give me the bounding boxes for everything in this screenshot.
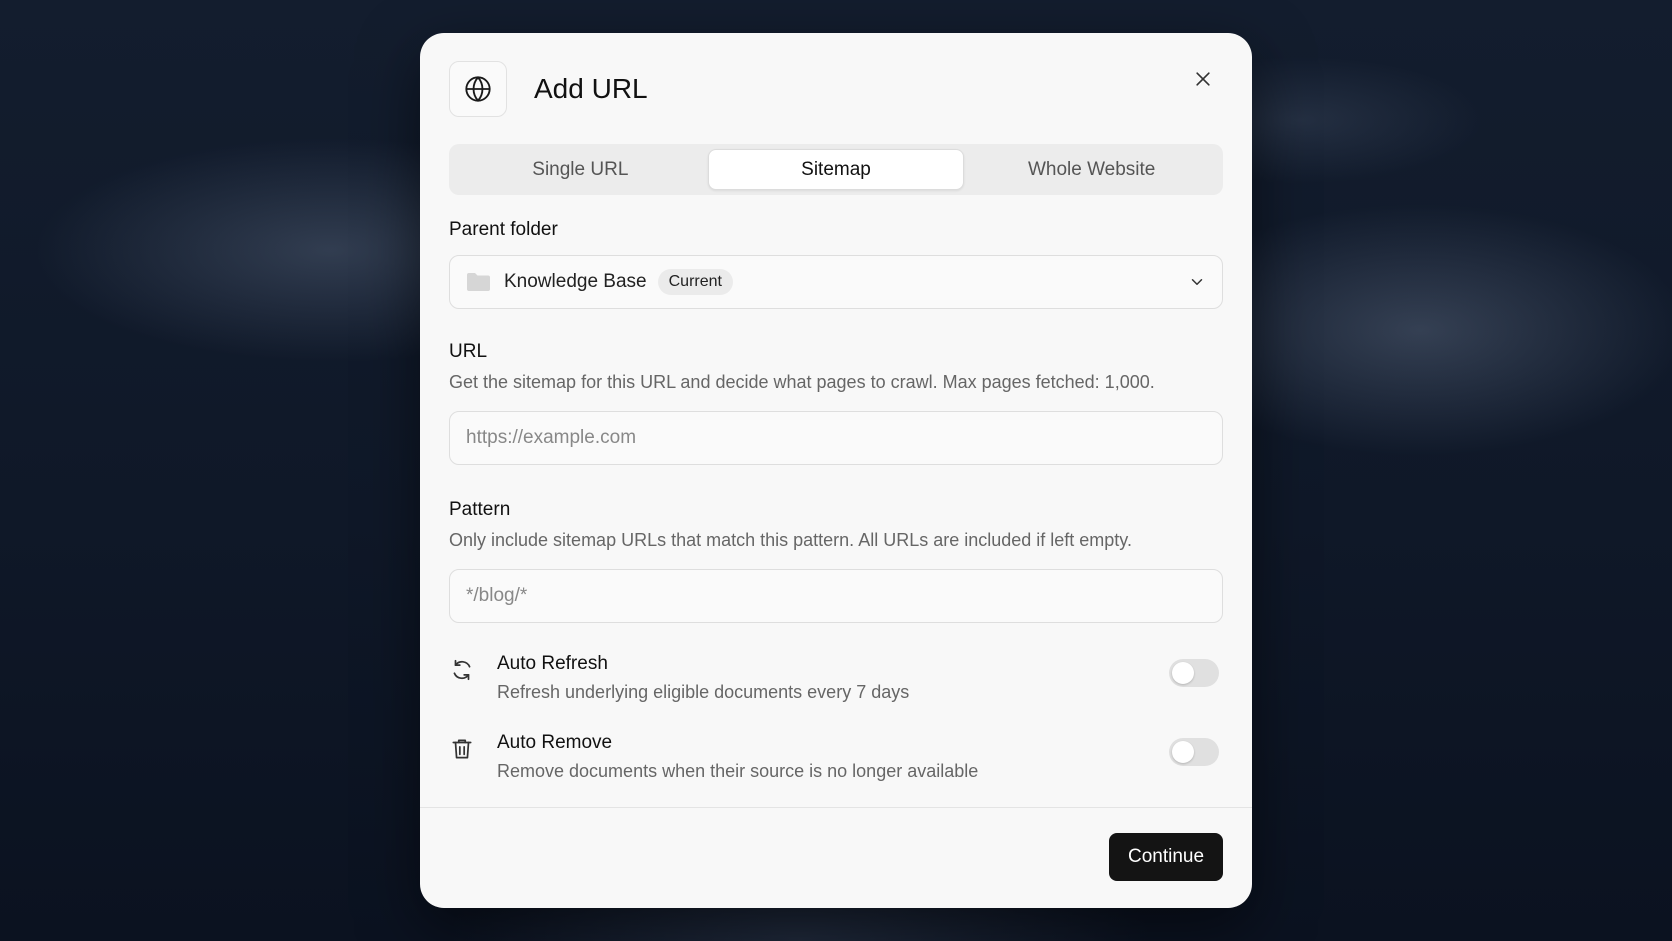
auto-refresh-option: Auto Refresh Refresh underlying eligible…: [449, 653, 1223, 713]
pattern-label: Pattern: [449, 499, 511, 520]
url-description: Get the sitemap for this URL and decide …: [449, 372, 1155, 392]
parent-folder-label: Parent folder: [449, 219, 558, 240]
globe-icon: [465, 76, 491, 102]
pattern-input[interactable]: [449, 569, 1223, 623]
url-label: URL: [449, 341, 488, 362]
tab-single-url[interactable]: Single URL: [453, 149, 708, 190]
auto-refresh-description: Refresh underlying eligible documents ev…: [497, 682, 910, 702]
pattern-description: Only include sitemap URLs that match thi…: [449, 530, 1132, 550]
toggle-knob: [1172, 741, 1194, 763]
toggle-knob: [1172, 662, 1194, 684]
close-button[interactable]: [1190, 66, 1216, 92]
close-icon: [1196, 72, 1210, 86]
dialog-header: Add URL: [449, 61, 648, 117]
continue-button[interactable]: Continue: [1109, 833, 1223, 881]
chevron-down-icon: [1191, 279, 1203, 285]
add-url-dialog: Add URL Single URL Sitemap Whole Website…: [420, 33, 1252, 908]
auto-refresh-title: Auto Refresh: [497, 653, 608, 674]
parent-folder-value: Knowledge Base: [504, 271, 647, 292]
url-input[interactable]: [449, 411, 1223, 465]
folder-icon: [467, 273, 490, 291]
refresh-icon: [453, 659, 471, 681]
trash-icon: [452, 739, 472, 759]
current-badge: Current: [657, 269, 733, 295]
tab-sitemap[interactable]: Sitemap: [707, 149, 965, 190]
auto-remove-toggle[interactable]: [1169, 738, 1219, 766]
parent-folder-select[interactable]: Knowledge Base Current: [449, 255, 1223, 309]
footer-divider: [420, 807, 1252, 808]
auto-remove-description: Remove documents when their source is no…: [497, 761, 979, 781]
auto-remove-title: Auto Remove: [497, 732, 613, 753]
auto-refresh-toggle[interactable]: [1169, 659, 1219, 687]
globe-icon-box: [449, 61, 507, 117]
auto-remove-option: Auto Remove Remove documents when their …: [449, 732, 1223, 792]
tab-whole-website[interactable]: Whole Website: [964, 149, 1219, 190]
dialog-title: Add URL: [534, 73, 648, 104]
source-type-tabs: Single URL Sitemap Whole Website: [449, 144, 1223, 195]
